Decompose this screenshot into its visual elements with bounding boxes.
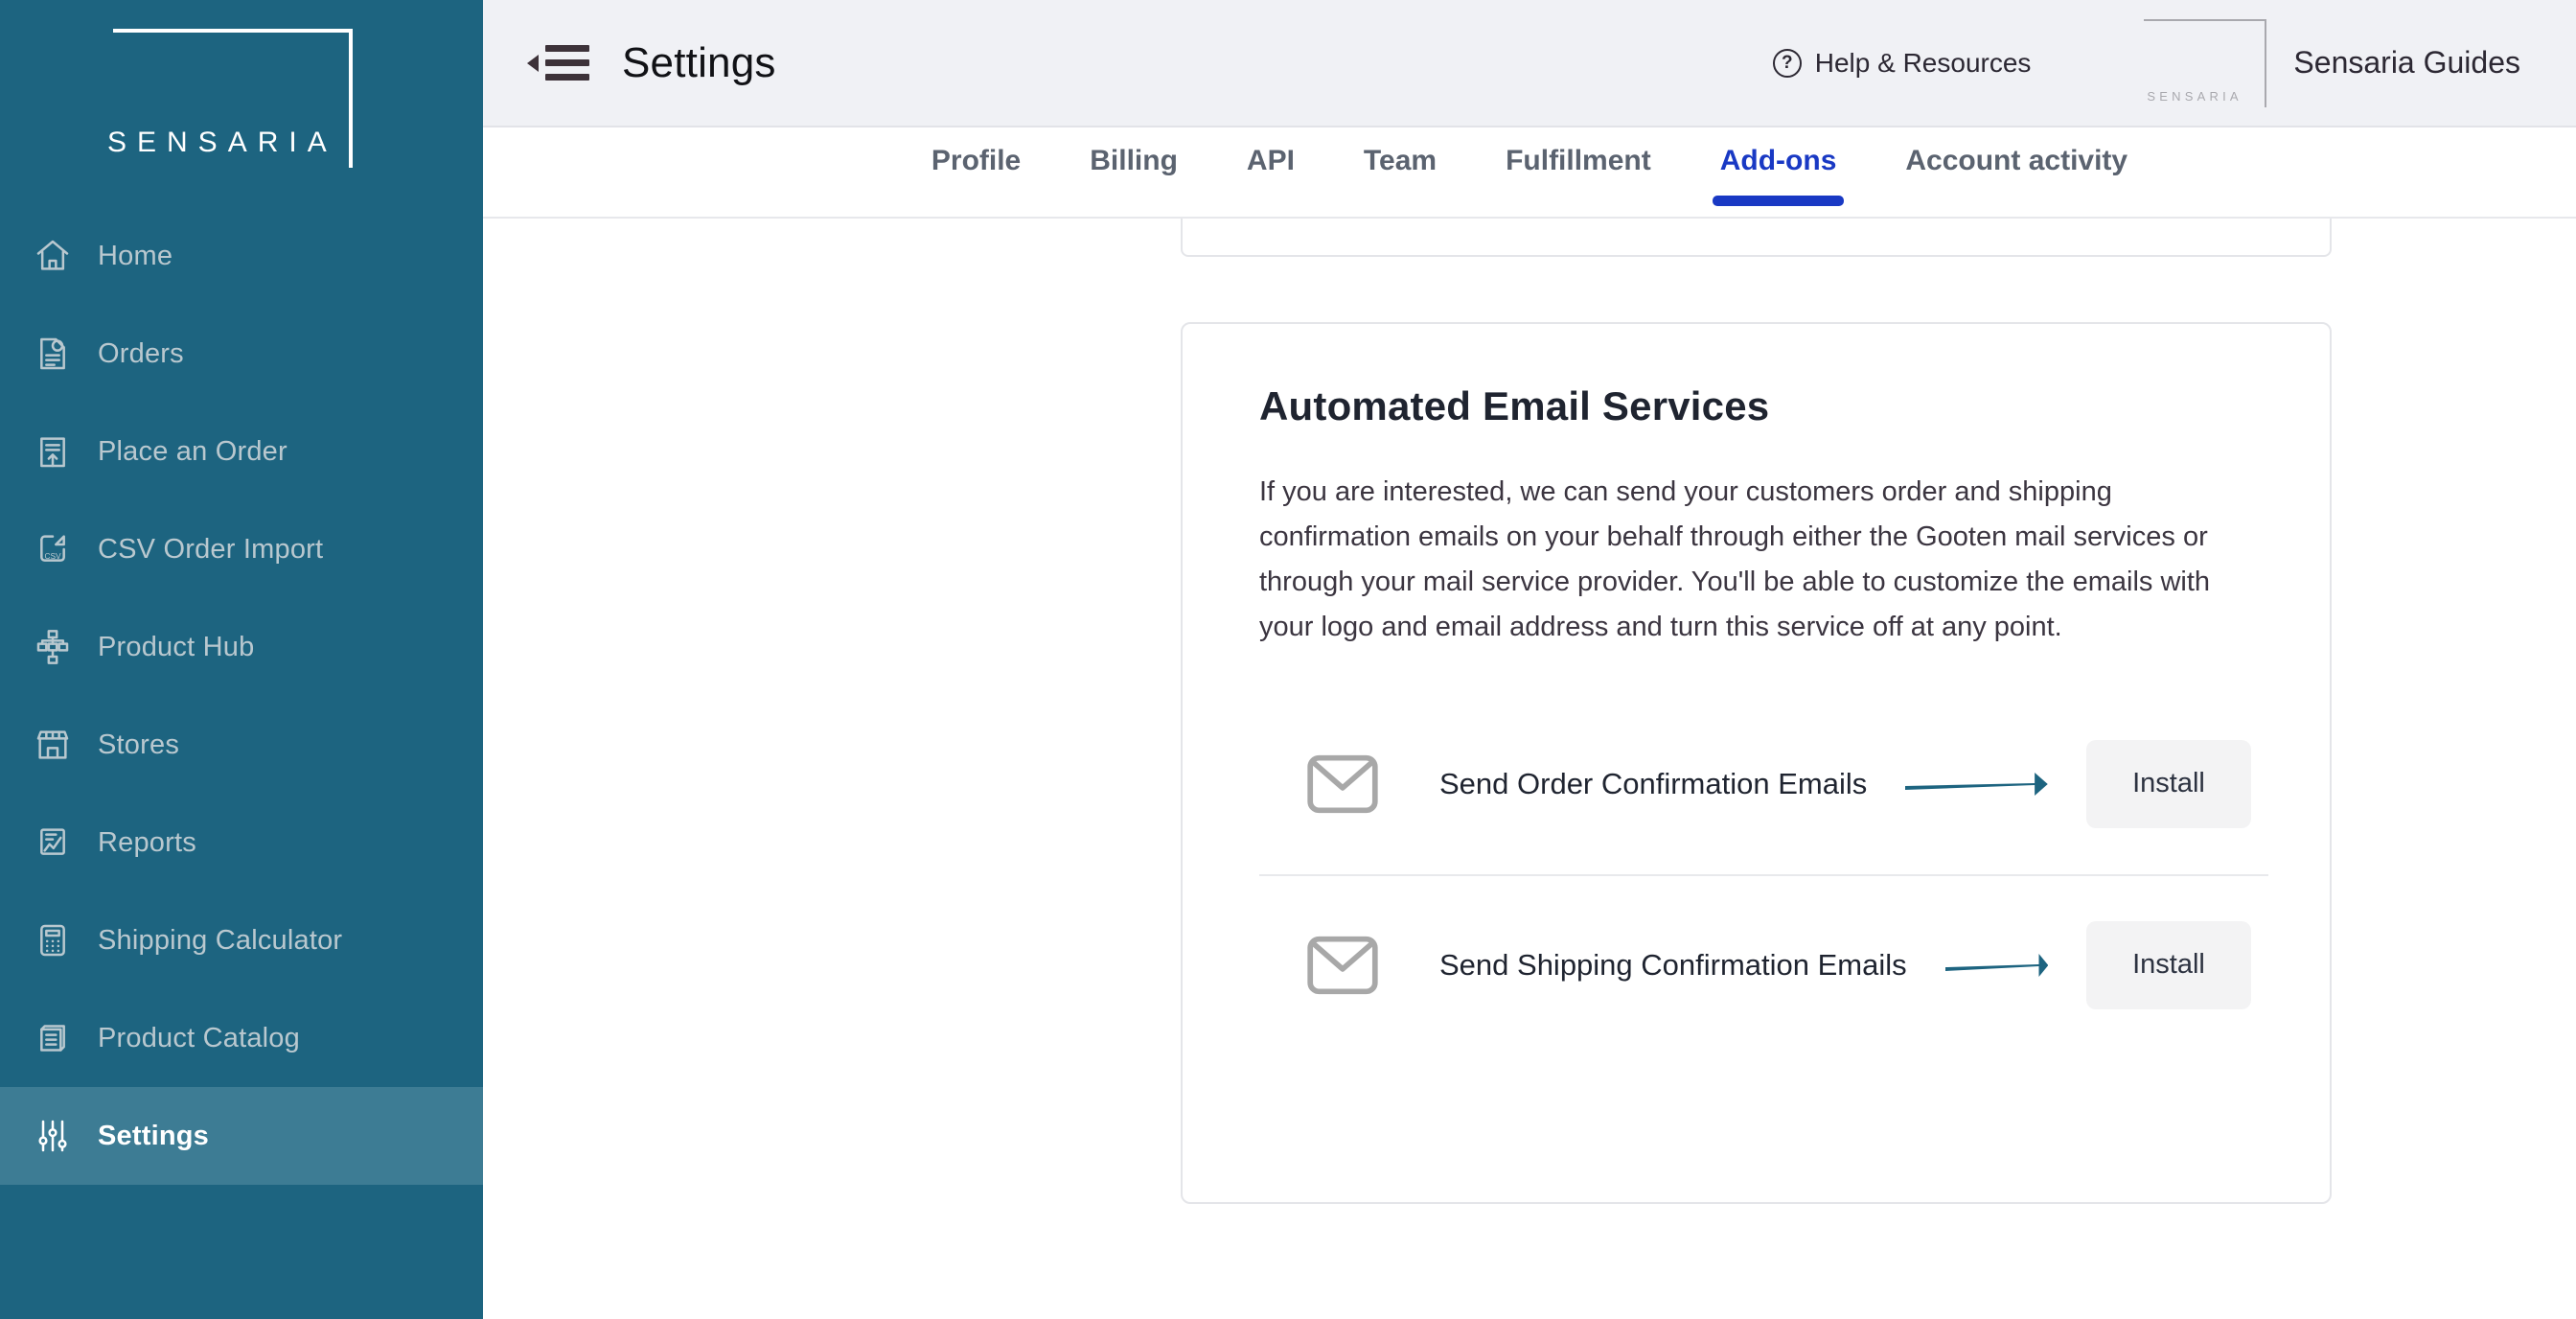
mini-logo-wordmark: SENSARIA: [2147, 88, 2242, 104]
sidebar-item-stores[interactable]: Stores: [0, 696, 483, 794]
tab-api[interactable]: API: [1239, 145, 1302, 202]
content-area: Automated Email Services If you are inte…: [483, 219, 2576, 1319]
catalog-book-icon: [33, 1018, 73, 1058]
product-hub-hierarchy-icon: [33, 627, 73, 667]
sensaria-mini-logo-icon: SENSARIA: [2144, 18, 2267, 107]
sidebar-item-label: Reports: [98, 826, 196, 858]
automated-email-services-card: Automated Email Services If you are inte…: [1181, 322, 2332, 1204]
sidebar-item-label: Home: [98, 240, 173, 271]
question-circle-icon: ?: [1772, 48, 1802, 78]
sliders-icon: [33, 1116, 73, 1156]
tab-fulfillment[interactable]: Fulfillment: [1498, 145, 1659, 202]
sidebar-item-csv-order-import[interactable]: CSV CSV Order Import: [0, 500, 483, 598]
sensaria-guides-label: Sensaria Guides: [2293, 45, 2520, 80]
calculator-icon: [33, 920, 73, 960]
service-row-order-confirmation: Send Order Confirmation Emails Install: [1259, 694, 2268, 874]
sidebar: SENSARIA Home Orders Place an Order CSV …: [0, 0, 483, 1319]
sidebar-item-label: Product Hub: [98, 631, 255, 662]
home-icon: [33, 236, 73, 276]
csv-import-icon: CSV: [33, 529, 73, 569]
sidebar-item-label: Settings: [98, 1120, 209, 1151]
orders-document-icon: [33, 334, 73, 374]
svg-text:CSV: CSV: [44, 551, 61, 561]
install-button-order-confirmation[interactable]: Install: [2086, 739, 2251, 828]
envelope-icon: [1305, 933, 1388, 998]
card-title: Automated Email Services: [1259, 383, 1770, 428]
top-header: Settings ? Help & Resources SENSARIA Sen…: [483, 0, 2576, 127]
collapse-menu-icon[interactable]: [527, 45, 589, 81]
header-actions: ? Help & Resources SENSARIA Sensaria Gui…: [1772, 18, 2520, 107]
page-title: Settings: [622, 38, 776, 86]
sidebar-item-product-catalog[interactable]: Product Catalog: [0, 989, 483, 1087]
help-and-resources-label: Help & Resources: [1814, 47, 2032, 78]
logo-wordmark: SENSARIA: [107, 127, 337, 158]
card-description: If you are interested, we can send your …: [1259, 476, 2211, 642]
sidebar-item-label: Stores: [98, 729, 180, 760]
sidebar-item-label: Place an Order: [98, 435, 288, 467]
sidebar-item-settings[interactable]: Settings: [0, 1087, 483, 1185]
tab-account-activity[interactable]: Account activity: [1898, 145, 2135, 202]
arrow-right-annotation: [1867, 765, 2086, 803]
sidebar-item-orders[interactable]: Orders: [0, 305, 483, 403]
sidebar-nav: Home Orders Place an Order CSV CSV Order…: [0, 207, 483, 1185]
service-label: Send Shipping Confirmation Emails: [1439, 947, 1907, 982]
sidebar-item-home[interactable]: Home: [0, 207, 483, 305]
tab-add-ons[interactable]: Add-ons: [1712, 145, 1845, 206]
sidebar-item-label: Shipping Calculator: [98, 924, 343, 956]
tab-billing[interactable]: Billing: [1082, 145, 1185, 202]
sidebar-item-place-an-order[interactable]: Place an Order: [0, 403, 483, 500]
arrow-right-annotation: [1907, 946, 2086, 984]
sidebar-item-reports[interactable]: Reports: [0, 794, 483, 891]
tab-profile[interactable]: Profile: [924, 145, 1028, 202]
sidebar-item-shipping-calculator[interactable]: Shipping Calculator: [0, 891, 483, 989]
app-root: SENSARIA Home Orders Place an Order CSV …: [0, 0, 2576, 1319]
service-row-shipping-confirmation: Send Shipping Confirmation Emails Instal…: [1259, 873, 2268, 1054]
hamburger-lines-icon: [545, 45, 589, 81]
place-order-upload-icon: [33, 431, 73, 472]
settings-tabs: Profile Billing API Team Fulfillment Add…: [483, 127, 2576, 219]
sensaria-guides-link[interactable]: SENSARIA Sensaria Guides: [2144, 18, 2520, 107]
sidebar-item-product-hub[interactable]: Product Hub: [0, 598, 483, 696]
main-region: Settings ? Help & Resources SENSARIA Sen…: [483, 0, 2576, 1319]
service-list: Send Order Confirmation Emails Install S…: [1259, 694, 2268, 1054]
sidebar-item-label: CSV Order Import: [98, 533, 324, 565]
install-button-shipping-confirmation[interactable]: Install: [2086, 920, 2251, 1009]
reports-chart-icon: [33, 822, 73, 863]
service-label: Send Order Confirmation Emails: [1439, 766, 1868, 800]
storefront-icon: [33, 725, 73, 765]
sidebar-item-label: Product Catalog: [98, 1022, 300, 1053]
tab-team[interactable]: Team: [1356, 145, 1444, 202]
previous-card-clipped: [1181, 219, 2332, 257]
chevron-left-icon: [527, 54, 539, 72]
sidebar-item-label: Orders: [98, 337, 184, 369]
envelope-icon: [1305, 752, 1388, 817]
help-and-resources-link[interactable]: ? Help & Resources: [1772, 47, 2032, 79]
sidebar-logo[interactable]: SENSARIA: [0, 0, 483, 199]
